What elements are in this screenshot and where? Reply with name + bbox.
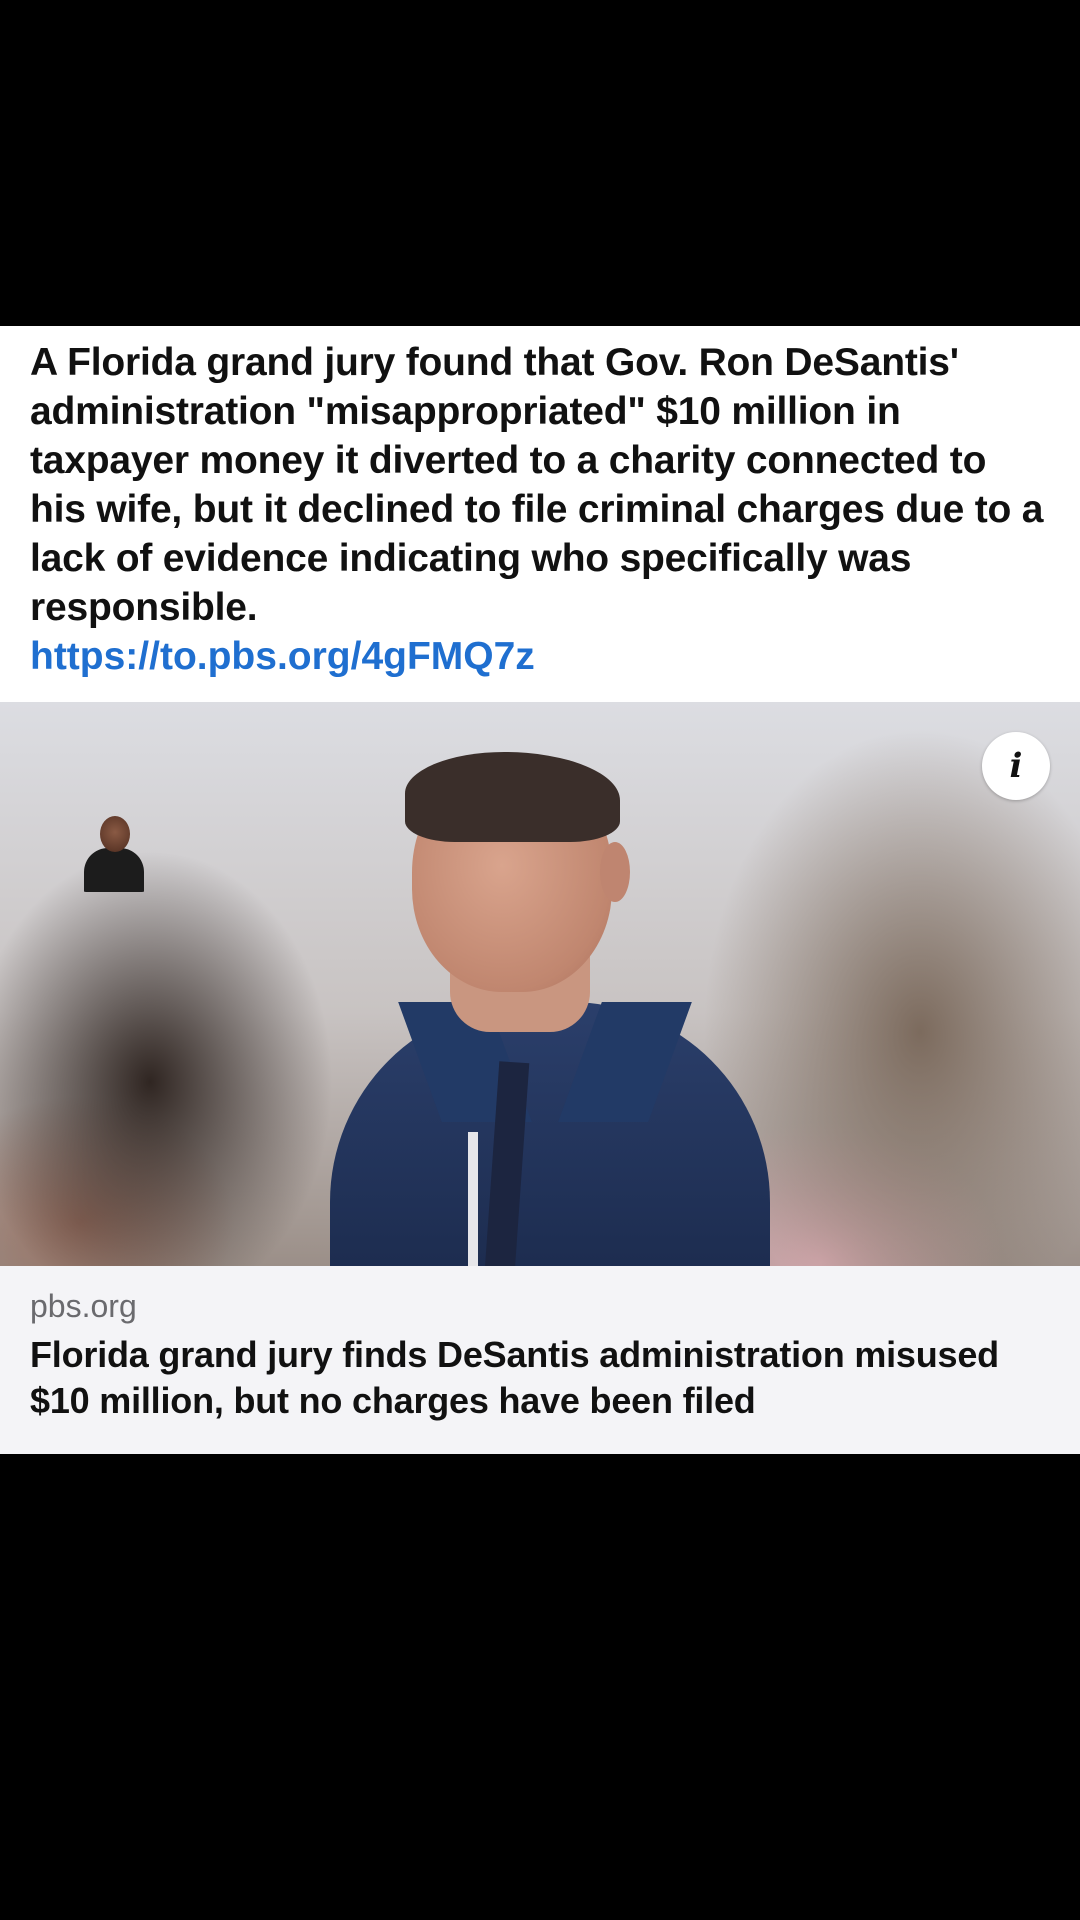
link-preview-image[interactable]: i [0,702,1080,1266]
avatar-head [100,816,130,852]
info-button[interactable]: i [982,732,1050,800]
info-icon: i [1009,746,1023,786]
post-body-text: A Florida grand jury found that Gov. Ron… [30,341,1044,629]
post-text-block: A Florida grand jury found that Gov. Ron… [0,326,1080,702]
link-card[interactable]: pbs.org Florida grand jury finds DeSanti… [0,1266,1080,1454]
hair-shape [405,752,620,842]
post-link[interactable]: https://to.pbs.org/4gFMQ7z [30,632,1050,681]
card-title: Florida grand jury finds DeSantis admini… [30,1334,999,1421]
jacket-shape [330,1002,770,1266]
jacket-zip [468,1132,478,1266]
ear-shape [600,842,630,902]
card-domain: pbs.org [30,1288,137,1324]
creator-avatar [82,812,146,892]
avatar-body [84,848,144,892]
